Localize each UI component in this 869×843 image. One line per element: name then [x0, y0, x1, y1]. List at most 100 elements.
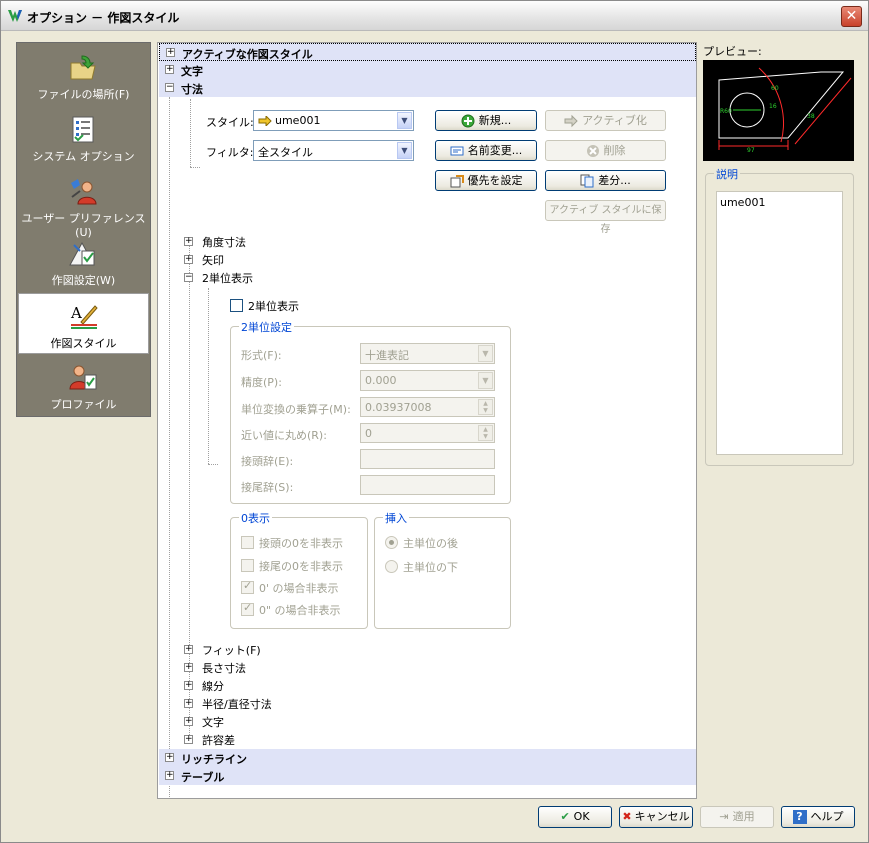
nav-user-preferences[interactable]: ユーザー プリファレンス(U) [18, 169, 149, 239]
help-icon: ? [792, 810, 807, 824]
delete-icon [586, 145, 599, 157]
user-preferences-icon [71, 179, 97, 205]
category-dimension[interactable]: − 寸法 [159, 79, 696, 97]
override-button[interactable]: 優先を設定 [435, 170, 537, 191]
tree-fit[interactable]: + フィット(F) [184, 642, 261, 658]
tree-tolerance[interactable]: + 許容差 [184, 732, 235, 748]
filter-label: フィルタ: [206, 146, 254, 159]
x-icon: ✖ [622, 810, 632, 823]
expand-plus-icon[interactable]: + [184, 663, 193, 672]
zero-trailing-checkbox[interactable] [241, 559, 254, 572]
expand-plus-icon[interactable]: + [184, 681, 193, 690]
expand-plus-icon[interactable]: + [184, 255, 193, 264]
diff-button[interactable]: 差分... [545, 170, 666, 191]
expand-plus-icon[interactable]: + [184, 699, 193, 708]
category-nav: ファイルの場所(F) システム オプション ユーザー プリファレンス(U) 作図… [16, 42, 151, 417]
nav-label: プロファイル [50, 398, 117, 411]
tree-radius[interactable]: + 半径/直径寸法 [184, 696, 272, 712]
alt-units-settings-group: 2単位設定 形式(F): 十進表記 ▼ 精度(P): 0.000 ▼ 単位変換の… [230, 319, 511, 504]
apply-icon: ⇥ [719, 810, 729, 823]
nav-file-locations[interactable]: ファイルの場所(F) [18, 45, 149, 106]
drawing-style-icon: A [70, 304, 98, 329]
ok-button[interactable]: ✔ OK [538, 806, 612, 828]
round-input[interactable]: 0 ▲ ▼ [360, 423, 495, 443]
category-table[interactable]: + テーブル [159, 767, 696, 785]
rename-style-button[interactable]: 名前変更... [435, 140, 537, 161]
help-button[interactable]: ? ヘルプ [781, 806, 855, 828]
zero-inches-checkbox[interactable] [241, 601, 254, 616]
chevron-down-icon[interactable]: ▼ [478, 345, 493, 362]
expand-plus-icon[interactable]: + [184, 735, 193, 744]
tree-line [190, 167, 200, 168]
nav-drawing-style[interactable]: A 作図スタイル [18, 293, 149, 354]
tree-text[interactable]: + 文字 [184, 714, 224, 730]
nav-drafting-settings[interactable]: 作図設定(W) [18, 231, 149, 292]
apply-button[interactable]: ⇥ 適用 [700, 806, 774, 828]
expand-plus-icon[interactable]: + [184, 717, 193, 726]
cancel-button[interactable]: ✖ キャンセル [619, 806, 693, 828]
format-combo[interactable]: 十進表記 ▼ [360, 343, 495, 364]
zero-leading-checkbox[interactable] [241, 536, 254, 549]
preview-label-c: 16 [769, 103, 777, 110]
expand-plus-icon[interactable]: + [166, 48, 175, 57]
arrow-right-icon [564, 114, 578, 128]
tree-alt-units[interactable]: −2単位表示 [184, 270, 253, 286]
new-style-button[interactable]: 新規... [435, 110, 537, 131]
nav-label: 作図スタイル [50, 337, 117, 350]
suffix-input[interactable] [360, 475, 495, 495]
expand-plus-icon[interactable]: + [165, 753, 174, 762]
profile-icon [69, 365, 97, 390]
multiplier-input[interactable]: 0.03937008 ▲ ▼ [360, 397, 495, 417]
preview-label-d: 60 [771, 85, 779, 92]
activate-button[interactable]: アクティブ化 [545, 110, 666, 131]
category-active-style[interactable]: + アクティブな作図スタイル [159, 43, 696, 61]
close-button[interactable]: ✕ [841, 6, 862, 27]
precision-combo[interactable]: 0.000 ▼ [360, 370, 495, 391]
expand-plus-icon[interactable]: + [165, 771, 174, 780]
filter-combo[interactable]: 全スタイル ▼ [253, 140, 414, 161]
spinner-icon[interactable]: ▲ ▼ [478, 399, 493, 415]
expand-plus-icon[interactable]: + [165, 65, 174, 74]
tree-line[interactable]: + 線分 [184, 678, 224, 694]
alt-units-checkbox[interactable] [230, 299, 243, 312]
style-label: スタイル: [206, 116, 254, 129]
drafting-settings-icon [69, 241, 95, 266]
prefix-input[interactable] [360, 449, 495, 469]
after-primary-radio[interactable] [385, 536, 398, 549]
category-leader[interactable]: + リッチライン [159, 749, 696, 767]
below-primary-radio[interactable] [385, 560, 398, 573]
nav-label: システム オプション [32, 150, 135, 163]
nav-system-options[interactable]: システム オプション [18, 107, 149, 168]
title-bar: オプション － 作図スタイル ✕ [1, 1, 868, 31]
preview-label-b: 97 [747, 147, 755, 154]
chevron-down-icon[interactable]: ▼ [478, 372, 493, 389]
diff-icon [580, 174, 594, 188]
override-icon [450, 175, 464, 188]
settings-panel: + アクティブな作図スタイル + 文字 − 寸法 スタイル: ume001 ▼ … [157, 42, 697, 799]
expand-plus-icon[interactable]: + [184, 645, 193, 654]
chevron-down-icon[interactable]: ▼ [397, 112, 412, 129]
tree-angular[interactable]: + 角度寸法 [184, 234, 246, 250]
spinner-icon[interactable]: ▲ ▼ [478, 425, 493, 441]
expand-plus-icon[interactable]: + [184, 237, 193, 246]
placement-group: 挿入 主単位の後 主単位の下 [374, 510, 511, 629]
nav-profile[interactable]: プロファイル [18, 355, 149, 416]
zero-suppression-group: 0表示 接頭の0を非表示 接尾の0を非表示 0' の場合非表示 0" の場合非表… [230, 510, 368, 629]
collapse-minus-icon[interactable]: − [184, 273, 193, 282]
tree-line [208, 288, 209, 464]
tree-arrow[interactable]: + 矢印 [184, 252, 224, 268]
delete-button[interactable]: 削除 [545, 140, 666, 161]
category-text[interactable]: + 文字 [159, 61, 696, 79]
svg-text:A: A [70, 304, 82, 322]
checklist-icon [72, 116, 94, 143]
style-combo[interactable]: ume001 ▼ [253, 110, 414, 131]
collapse-minus-icon[interactable]: − [165, 83, 174, 92]
nav-label: ファイルの場所(F) [37, 88, 130, 101]
app-logo-icon [8, 10, 22, 22]
chevron-down-icon[interactable]: ▼ [397, 142, 412, 159]
tree-linear[interactable]: + 長さ寸法 [184, 660, 246, 676]
save-to-active-button[interactable]: アクティブ スタイルに保存 [545, 200, 666, 235]
nav-label: 作図設定(W) [51, 274, 116, 287]
rename-icon [450, 146, 464, 156]
zero-feet-checkbox[interactable] [241, 579, 254, 594]
